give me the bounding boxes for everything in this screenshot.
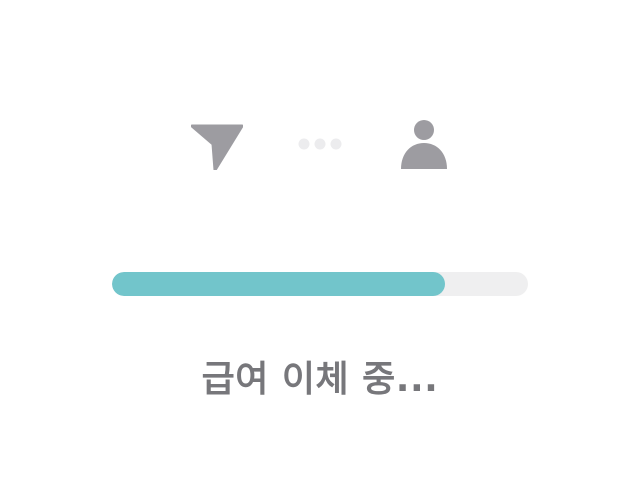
send-arrow-icon bbox=[191, 124, 243, 170]
person-icon bbox=[401, 120, 447, 169]
transfer-progress-screen: 급여 이체 중... bbox=[0, 0, 640, 480]
status-label: 급여 이체 중... bbox=[201, 359, 439, 400]
dots-icon bbox=[298, 138, 342, 150]
progress-bar bbox=[112, 272, 528, 296]
progress-bar-fill bbox=[112, 272, 445, 296]
